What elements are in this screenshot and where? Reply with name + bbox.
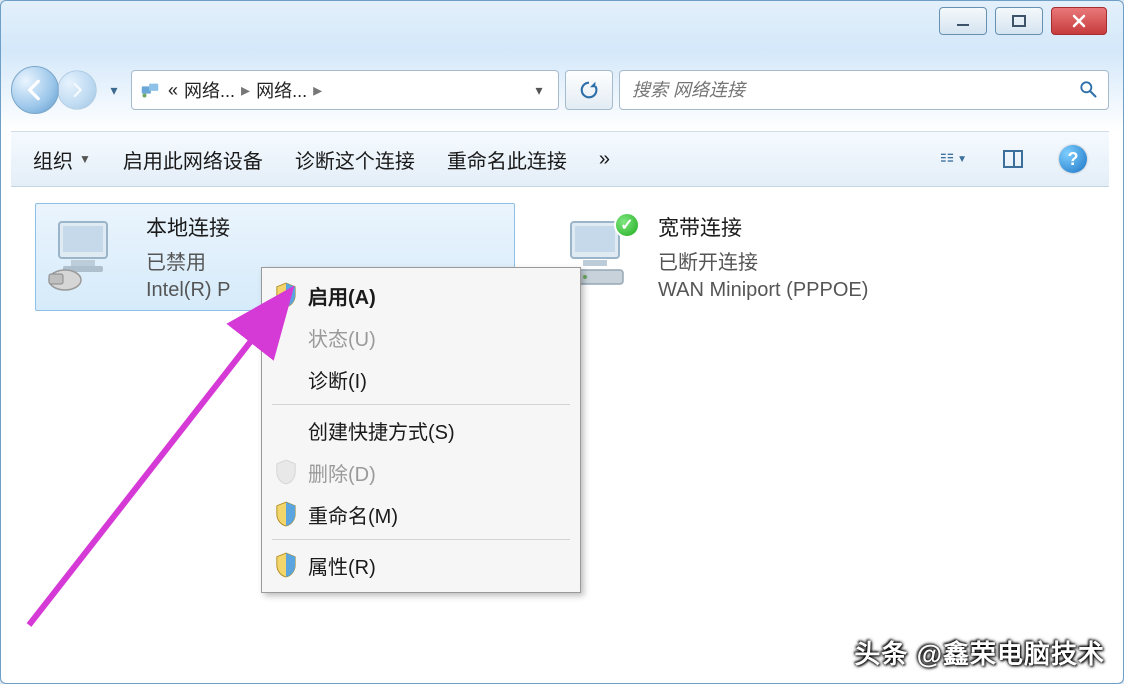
refresh-button[interactable] bbox=[565, 70, 613, 110]
ctx-status: 状态(U) bbox=[262, 316, 580, 358]
ctx-properties[interactable]: 属性(R) bbox=[262, 544, 580, 586]
connection-status: 已禁用 bbox=[146, 246, 230, 275]
search-input[interactable] bbox=[630, 79, 1078, 102]
back-button[interactable] bbox=[11, 66, 59, 114]
help-button[interactable]: ? bbox=[1059, 145, 1087, 173]
breadcrumb: « 网络... ▸ 网络... ▸ bbox=[168, 77, 328, 103]
search-box[interactable] bbox=[619, 70, 1109, 110]
ctx-delete: 删除(D) bbox=[262, 451, 580, 493]
address-bar[interactable]: « 网络... ▸ 网络... ▸ ▾ bbox=[131, 70, 559, 110]
address-dropdown[interactable]: ▾ bbox=[526, 77, 552, 103]
separator bbox=[272, 404, 570, 405]
location-icon bbox=[138, 78, 162, 102]
network-adapter-icon bbox=[44, 212, 132, 300]
chevron-down-icon: ▼ bbox=[79, 152, 91, 166]
preview-pane-button[interactable] bbox=[999, 145, 1027, 173]
maximize-button[interactable] bbox=[995, 7, 1043, 35]
connection-item-broadband[interactable]: ✓ 宽带连接 已断开连接 WAN Miniport (PPPOE) bbox=[547, 203, 1027, 311]
separator bbox=[272, 539, 570, 540]
shield-icon bbox=[272, 458, 300, 486]
ctx-enable[interactable]: 启用(A) bbox=[262, 274, 580, 316]
diagnose-button[interactable]: 诊断这个连接 bbox=[295, 145, 415, 174]
shield-icon bbox=[272, 500, 300, 528]
connection-name: 本地连接 bbox=[146, 212, 230, 242]
explorer-window: ▾ « 网络... ▸ 网络... ▸ ▾ bbox=[0, 0, 1124, 684]
window-controls bbox=[939, 7, 1107, 35]
overflow-button[interactable]: » bbox=[599, 148, 610, 171]
view-options-button[interactable]: ▼ bbox=[939, 145, 967, 173]
command-bar: 组织 ▼ 启用此网络设备 诊断这个连接 重命名此连接 » ▼ ? bbox=[11, 131, 1109, 187]
connection-device: Intel(R) P bbox=[146, 279, 230, 302]
chevron-right-icon: ▸ bbox=[307, 80, 328, 101]
breadcrumb-prefix: « bbox=[168, 80, 178, 101]
organize-label: 组织 bbox=[33, 145, 73, 174]
nav-row: ▾ « 网络... ▸ 网络... ▸ ▾ bbox=[11, 63, 1109, 117]
chevron-right-icon: ▸ bbox=[235, 80, 256, 101]
rename-button[interactable]: 重命名此连接 bbox=[447, 145, 567, 174]
minimize-button[interactable] bbox=[939, 7, 987, 35]
search-icon[interactable] bbox=[1078, 79, 1098, 102]
context-menu: 启用(A) 状态(U) 诊断(I) 创建快捷方式(S) 删除(D) 重命名(M) bbox=[261, 267, 581, 593]
connection-device: WAN Miniport (PPPOE) bbox=[658, 279, 868, 302]
status-ok-icon: ✓ bbox=[614, 212, 640, 238]
breadcrumb-part-2[interactable]: 网络... bbox=[256, 77, 307, 103]
close-button[interactable] bbox=[1051, 7, 1107, 35]
watermark-text: 头条 @鑫荣电脑技术 bbox=[854, 634, 1105, 671]
ctx-diagnose[interactable]: 诊断(I) bbox=[262, 358, 580, 400]
ctx-rename[interactable]: 重命名(M) bbox=[262, 493, 580, 535]
enable-device-button[interactable]: 启用此网络设备 bbox=[123, 145, 263, 174]
shield-icon bbox=[272, 281, 300, 309]
ctx-create-shortcut[interactable]: 创建快捷方式(S) bbox=[262, 409, 580, 451]
breadcrumb-part-1[interactable]: 网络... bbox=[184, 77, 235, 103]
connection-name: 宽带连接 bbox=[658, 212, 868, 242]
nav-history-dropdown[interactable]: ▾ bbox=[105, 81, 123, 99]
connection-status: 已断开连接 bbox=[658, 246, 868, 275]
forward-button[interactable] bbox=[57, 70, 96, 109]
shield-icon bbox=[272, 551, 300, 579]
organize-button[interactable]: 组织 ▼ bbox=[33, 145, 91, 174]
